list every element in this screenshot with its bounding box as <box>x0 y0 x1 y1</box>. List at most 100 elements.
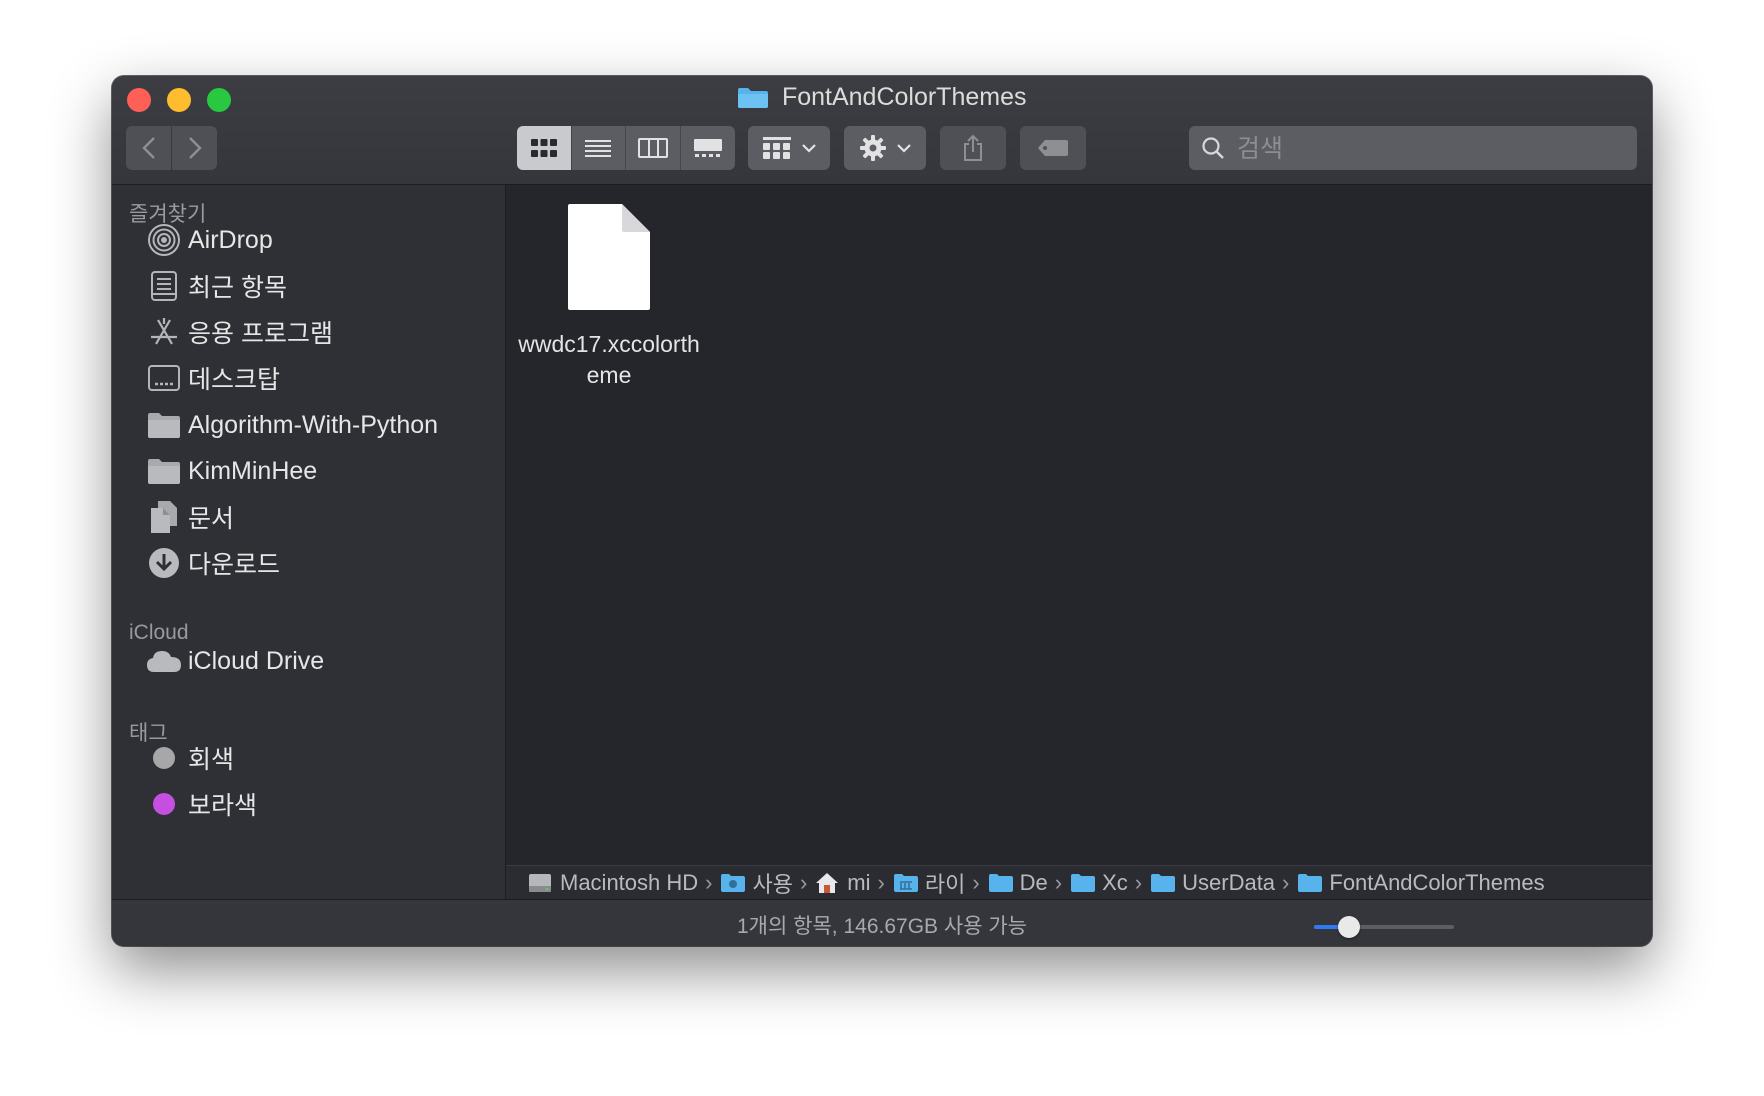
group-button[interactable] <box>748 126 830 170</box>
downloads-icon <box>146 545 182 581</box>
desktop-icon <box>146 360 182 396</box>
toolbar: FontAndColorThemes <box>112 76 1652 185</box>
document-icon <box>568 204 650 310</box>
chevron-right-icon: › <box>1282 869 1290 895</box>
sidebar-item-label: 다운로드 <box>188 551 281 579</box>
applications-icon <box>146 314 182 350</box>
file-item[interactable]: wwdc17.xccolortheme <box>514 203 704 391</box>
list-view-button[interactable] <box>572 126 626 170</box>
chevron-right-icon: › <box>799 869 808 895</box>
folder-icon <box>1297 872 1323 894</box>
tag-button[interactable] <box>1020 126 1086 170</box>
crumb-label: FontAndColorThemes <box>1329 869 1545 895</box>
folder-icon <box>1070 872 1096 894</box>
crumb-label: De <box>1019 869 1048 895</box>
file-name: wwdc17.xccolortheme <box>518 331 700 388</box>
slider-knob[interactable] <box>1338 916 1360 938</box>
sidebar-item-tag-purple[interactable]: 보라색 <box>112 781 504 827</box>
sidebar-item-kimminhee[interactable]: KimMinHee <box>112 448 504 494</box>
path-crumb-userdata[interactable]: UserData › <box>1150 870 1297 896</box>
tag-color-icon <box>146 740 182 776</box>
view-mode-control <box>517 126 735 170</box>
columns-icon <box>637 138 668 158</box>
window-title-bar: FontAndColorThemes <box>112 83 1652 115</box>
sidebar-item-label: 최근 항목 <box>188 274 287 302</box>
chevron-right-icon: › <box>1134 869 1143 895</box>
tag-icon <box>1038 140 1068 156</box>
icon-view-button[interactable] <box>517 126 572 170</box>
sidebar-item-label: 문서 <box>188 505 235 533</box>
chevron-down-icon <box>802 144 816 153</box>
sidebar-item-tag-gray[interactable]: 회색 <box>112 735 504 781</box>
share-button[interactable] <box>940 126 1006 170</box>
purple-tag-dot <box>153 793 175 815</box>
users-folder-icon <box>720 872 746 894</box>
chevron-right-icon: › <box>1054 869 1063 895</box>
gray-tag-dot <box>153 747 175 769</box>
sidebar-item-airdrop[interactable]: AirDrop <box>112 217 504 263</box>
folder-icon <box>738 87 769 108</box>
sidebar-item-label: AirDrop <box>188 225 273 254</box>
crumb-label: Xc <box>1102 869 1128 895</box>
tag-color-icon <box>146 786 182 822</box>
sidebar-item-label: 응용 프로그램 <box>188 320 333 348</box>
folder-icon <box>1150 872 1176 894</box>
search-field[interactable] <box>1189 126 1637 172</box>
sidebar: 즐겨찾기 AirDrop 최근 항목 응용 프로그램 데스크탑 Algorith… <box>112 185 506 899</box>
sidebar-item-documents[interactable]: 문서 <box>112 494 504 540</box>
crumb-label: mi <box>847 869 871 895</box>
sidebar-item-algorithm-with-python[interactable]: Algorithm-With-Python <box>112 402 504 448</box>
icon-size-slider[interactable] <box>1314 916 1454 938</box>
gallery-view-button[interactable] <box>681 126 736 170</box>
crumb-label: UserData <box>1182 869 1276 895</box>
sidebar-item-recents[interactable]: 최근 항목 <box>112 263 504 309</box>
sidebar-item-downloads[interactable]: 다운로드 <box>112 540 504 586</box>
recents-icon <box>146 268 182 304</box>
path-crumb-library[interactable]: 라이 › <box>893 867 988 899</box>
folder-icon <box>146 453 182 489</box>
gear-icon <box>860 135 886 161</box>
path-crumb-fontandcolorthemes[interactable]: FontAndColorThemes <box>1297 869 1545 896</box>
grid-icon <box>530 139 557 157</box>
chevron-right-icon: › <box>877 869 885 895</box>
list-icon <box>585 140 612 157</box>
path-crumb-users[interactable]: 사용 › <box>720 867 815 899</box>
documents-icon <box>146 499 182 535</box>
path-crumb-developer[interactable]: De › <box>988 870 1070 896</box>
chevron-right-icon: › <box>705 869 713 895</box>
sidebar-item-icloud-drive[interactable]: iCloud Drive <box>112 638 504 684</box>
chevron-right-icon <box>188 137 202 159</box>
sidebar-item-label: Algorithm-With-Python <box>188 410 439 439</box>
crumb-label: 사용 <box>752 871 793 897</box>
back-button[interactable] <box>126 126 171 170</box>
sidebar-item-label: KimMinHee <box>188 456 318 485</box>
cloud-icon <box>146 643 182 679</box>
column-view-button[interactable] <box>626 126 681 170</box>
sidebar-item-label: iCloud Drive <box>188 646 325 675</box>
finder-window: FontAndColorThemes 검색 즐겨찾기 AirDrop 최근 항목… <box>112 76 1652 946</box>
library-folder-icon <box>893 872 919 894</box>
search-input[interactable] <box>1235 126 1629 172</box>
search-icon <box>1202 137 1224 159</box>
sidebar-item-label: 데스크탑 <box>188 366 281 394</box>
home-icon <box>815 872 841 894</box>
window-title: FontAndColorThemes <box>781 83 1027 111</box>
path-crumb-xcode[interactable]: Xc › <box>1070 870 1150 896</box>
path-crumb-macintosh-hd[interactable]: Macintosh HD › <box>528 870 720 896</box>
sidebar-item-applications[interactable]: 응용 프로그램 <box>112 309 504 355</box>
forward-button[interactable] <box>172 126 217 170</box>
path-bar: Macintosh HD › 사용 › mi › 라이 › De › Xc › … <box>506 865 1652 899</box>
folder-icon <box>146 407 182 443</box>
chevron-down-icon <box>897 144 911 153</box>
share-icon <box>964 134 982 161</box>
crumb-label: 라이 <box>924 871 966 897</box>
path-crumb-home[interactable]: mi › <box>815 870 893 896</box>
gallery-icon <box>693 139 722 157</box>
airdrop-icon <box>146 222 182 258</box>
action-button[interactable] <box>844 126 926 170</box>
crumb-label: Macintosh HD <box>560 869 699 895</box>
group-grid-icon <box>763 137 791 159</box>
chevron-left-icon <box>141 137 155 159</box>
harddisk-icon <box>528 872 554 894</box>
sidebar-item-desktop[interactable]: 데스크탑 <box>112 355 504 401</box>
